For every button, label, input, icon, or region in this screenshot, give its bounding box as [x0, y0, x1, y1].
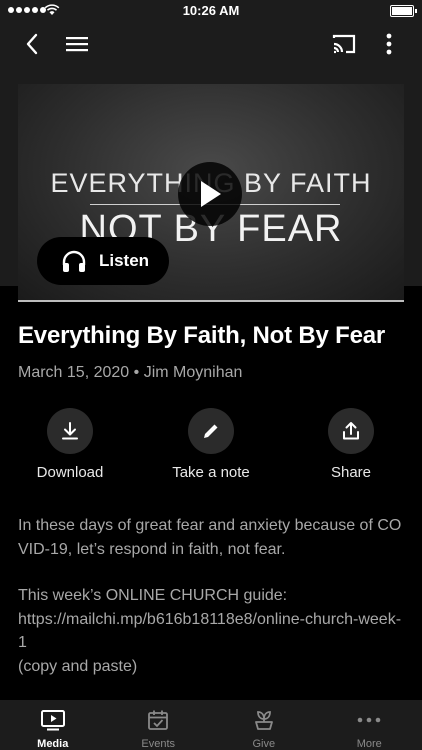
- media-icon: [40, 710, 65, 731]
- video-progress-bar: [18, 300, 404, 302]
- vertical-dots-icon: [386, 33, 392, 55]
- bottom-tab-bar: Media Events Give More: [0, 700, 422, 750]
- take-note-label: Take a note: [172, 464, 250, 481]
- listen-button[interactable]: Listen: [37, 237, 169, 285]
- download-label: Download: [36, 464, 104, 481]
- sermon-meta: March 15, 2020 • Jim Moynihan: [18, 364, 242, 382]
- more-dots-icon: [357, 717, 381, 723]
- battery-icon: [390, 5, 417, 17]
- sermon-date: March 15, 2020: [18, 364, 130, 381]
- listen-label: Listen: [99, 251, 150, 270]
- guide-note: (copy and paste): [18, 657, 138, 675]
- take-note-button[interactable]: Take a note: [151, 408, 271, 481]
- guide-link[interactable]: https://mailchi.mp/b616b18118e8/online-c…: [18, 608, 408, 655]
- meta-separator: •: [133, 364, 140, 381]
- tab-events-label: Events: [141, 738, 176, 750]
- description-paragraph: In these days of great fear and anxiety …: [18, 517, 402, 558]
- play-button[interactable]: [178, 162, 242, 226]
- tab-media[interactable]: Media: [0, 700, 106, 750]
- share-label: Share: [330, 464, 372, 481]
- headphones-icon: [62, 250, 86, 272]
- share-icon: [343, 422, 359, 440]
- tab-give[interactable]: Give: [211, 700, 317, 750]
- guide-heading: This week’s ONLINE CHURCH guide:: [18, 587, 288, 604]
- share-icon-circle: [328, 408, 374, 454]
- hamburger-menu-icon: [66, 37, 88, 52]
- share-button[interactable]: Share: [291, 408, 411, 481]
- status-bar: 10:26 AM: [0, 0, 422, 22]
- download-icon-circle: [47, 408, 93, 454]
- cast-icon: [332, 34, 356, 54]
- sermon-description: In these days of great fear and anxiety …: [18, 514, 408, 678]
- tab-media-label: Media: [37, 738, 69, 750]
- status-time: 10:26 AM: [182, 3, 240, 18]
- chevron-left-icon: [26, 33, 38, 55]
- menu-button[interactable]: [61, 28, 93, 60]
- pencil-icon-circle: [188, 408, 234, 454]
- play-icon: [201, 181, 221, 207]
- top-navigation-bar: [0, 22, 422, 66]
- plant-icon: [254, 711, 273, 730]
- tab-events[interactable]: Events: [106, 700, 212, 750]
- back-button[interactable]: [16, 28, 48, 60]
- tab-give-label: Give: [252, 738, 276, 750]
- tab-more[interactable]: More: [317, 700, 422, 750]
- calendar-icon: [148, 710, 169, 730]
- sermon-speaker: Jim Moynihan: [143, 364, 243, 381]
- more-options-button[interactable]: [373, 28, 405, 60]
- pencil-icon: [204, 424, 218, 438]
- tab-more-label: More: [356, 738, 382, 750]
- download-icon: [62, 422, 78, 440]
- sermon-title: Everything By Faith, Not By Fear: [18, 322, 386, 349]
- download-button[interactable]: Download: [10, 408, 130, 481]
- cast-button[interactable]: [328, 28, 360, 60]
